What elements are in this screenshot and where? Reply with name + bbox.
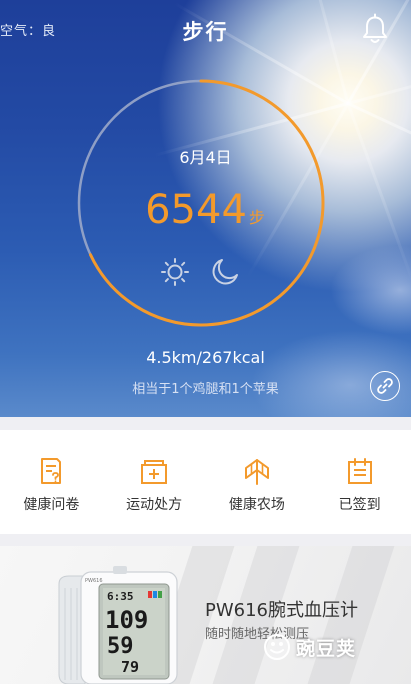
moon-icon[interactable] [210, 257, 240, 287]
bell-icon[interactable] [360, 13, 390, 45]
questionnaire-icon [41, 458, 62, 484]
menu-label: 健康问卷 [23, 497, 80, 513]
quick-menu: 健康问卷 运动处方 健康农场 已签到 [0, 430, 411, 534]
watermark-logo-icon [264, 634, 290, 660]
step-count-value: 6544 [145, 187, 247, 233]
menu-label: 运动处方 [126, 497, 183, 513]
device-brand: PW616 [85, 578, 103, 584]
menu-item-farm[interactable]: 健康农场 [206, 430, 309, 534]
menu-item-questionnaire[interactable]: 健康问卷 [0, 430, 103, 534]
device-time: 6:35 [107, 590, 134, 603]
link-icon [377, 378, 393, 394]
menu-item-prescription[interactable]: 运动处方 [103, 430, 206, 534]
prescription-icon [141, 460, 168, 484]
share-link-button[interactable] [370, 371, 400, 401]
watermark: 豌豆荚 [262, 627, 402, 667]
menu-label: 健康农场 [228, 497, 285, 513]
menu-label: 已签到 [338, 497, 381, 513]
step-unit: 步 [248, 208, 265, 227]
calorie-equivalent: 相当于1个鸡腿和1个苹果 [132, 382, 279, 397]
calendar-checkin-icon [347, 458, 372, 484]
farm-icon [244, 459, 269, 485]
blood-pressure-monitor-image: 6:35 109 59 79 PW616 [58, 566, 178, 684]
device-reading-pulse: 79 [121, 658, 139, 676]
product-name: PW616腕式血压计 [205, 600, 359, 621]
watermark-text: 豌豆荚 [296, 637, 357, 660]
step-count: 6544 步 [120, 187, 290, 233]
device-reading-systolic: 109 [105, 606, 148, 634]
distance-calories: 4.5km/267kcal [146, 348, 265, 367]
device-reading-diastolic: 59 [107, 634, 134, 659]
sun-icon[interactable] [160, 257, 190, 287]
page-title: 步行 [182, 20, 229, 44]
date-label: 6月4日 [179, 148, 232, 167]
menu-item-checkin[interactable]: 已签到 [308, 430, 411, 534]
